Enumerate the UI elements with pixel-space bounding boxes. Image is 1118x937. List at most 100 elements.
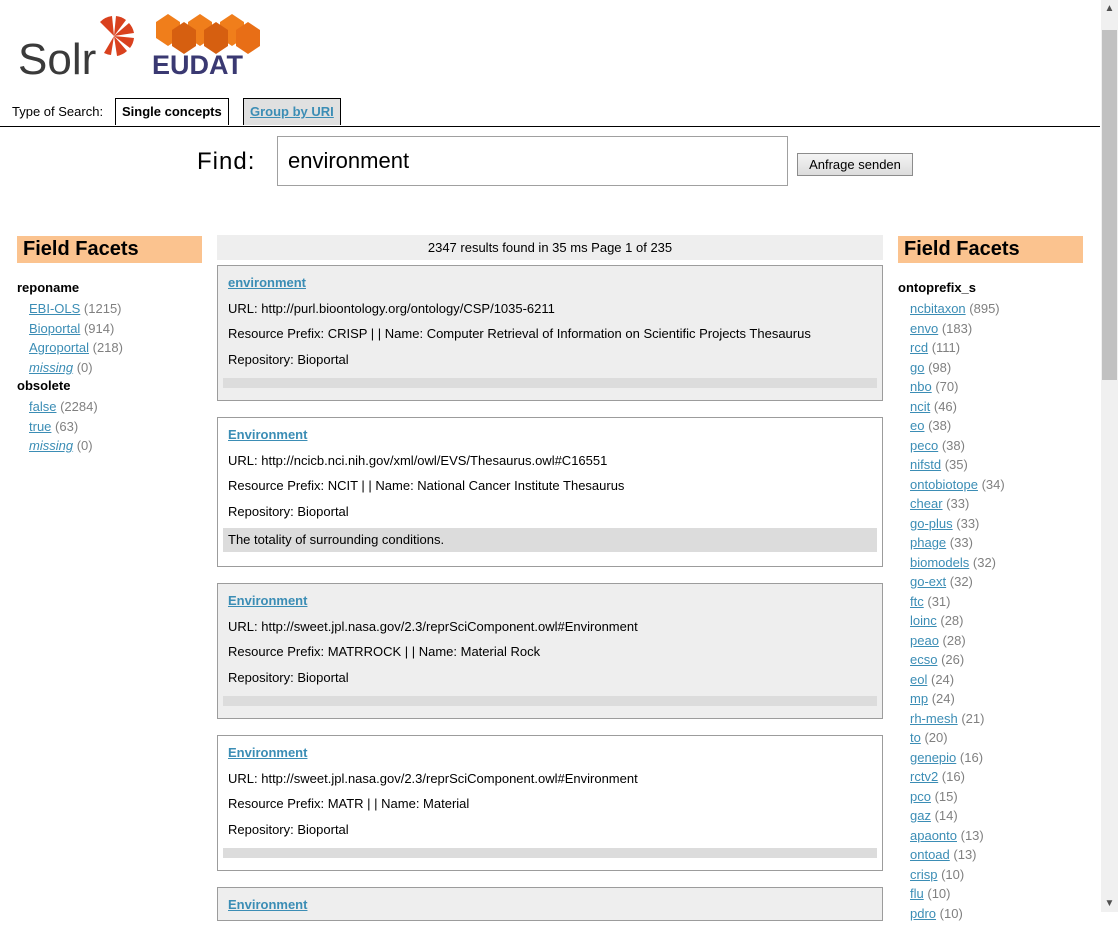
facet-link[interactable]: peao xyxy=(910,633,939,648)
facet-list-ontoprefix: ncbitaxon (895) envo (183) rcd (111) go (98… xyxy=(898,299,1083,923)
facet-item: ftc (31) xyxy=(898,592,1083,612)
facet-panel-left: reponame EBI-OLS (1215) Bioportal (914) … xyxy=(17,279,202,456)
result-repository-row: Repository: Bioportal xyxy=(223,667,877,693)
results-list: environment URL: http://purl.bioontology.… xyxy=(217,265,883,937)
facet-link[interactable]: ftc xyxy=(910,594,924,609)
facet-link[interactable]: biomodels xyxy=(910,555,969,570)
facet-link[interactable]: eo xyxy=(910,418,924,433)
result-card: Environment URL: http://sweet.jpl.nasa.go… xyxy=(217,583,883,719)
facet-link[interactable]: peco xyxy=(910,438,938,453)
facet-count: (0) xyxy=(76,359,93,375)
facet-count: (34) xyxy=(981,476,1005,492)
facet-link[interactable]: rh-mesh xyxy=(910,711,958,726)
result-title-link[interactable]: Environment xyxy=(228,427,307,442)
facet-item: EBI-OLS (1215) xyxy=(17,299,202,319)
facet-link[interactable]: rctv2 xyxy=(910,769,938,784)
field-facets-heading-left: Field Facets xyxy=(17,236,202,263)
facet-item: peco (38) xyxy=(898,436,1083,456)
facet-link[interactable]: go-ext xyxy=(910,574,946,589)
result-url-row: URL: http://ncicb.nci.nih.gov/xml/owl/EV… xyxy=(223,450,877,476)
result-repository: Repository: Bioportal xyxy=(228,351,349,367)
facet-link[interactable]: chear xyxy=(910,496,943,511)
facet-item: mp (24) xyxy=(898,689,1083,709)
facet-group-title: obsolete xyxy=(17,378,71,393)
tab-group-by-uri[interactable]: Group by URI xyxy=(243,98,341,125)
facet-link[interactable]: flu xyxy=(910,886,924,901)
tab-single-concepts[interactable]: Single concepts xyxy=(115,98,229,125)
results-summary: 2347 results found in 35 ms Page 1 of 23… xyxy=(217,235,883,260)
result-card: environment URL: http://purl.bioontology.… xyxy=(217,265,883,401)
scroll-down-arrow-icon[interactable]: ▼ xyxy=(1101,895,1118,912)
facet-link[interactable]: EBI-OLS xyxy=(29,301,80,316)
search-input[interactable] xyxy=(277,136,788,186)
facet-count: (183) xyxy=(941,320,973,336)
facet-link[interactable]: go xyxy=(910,360,924,375)
facet-link[interactable]: nbo xyxy=(910,379,932,394)
facet-link[interactable]: gaz xyxy=(910,808,931,823)
facet-item: peao (28) xyxy=(898,631,1083,651)
facet-link[interactable]: ontobiotope xyxy=(910,477,978,492)
facet-link[interactable]: ecso xyxy=(910,652,937,667)
facet-link[interactable]: loinc xyxy=(910,613,937,628)
facet-count: (16) xyxy=(941,769,965,784)
facet-link-missing[interactable]: missing xyxy=(29,438,73,453)
result-description: The totality of surrounding conditions. xyxy=(223,528,877,552)
result-repository-row: Repository: Bioportal xyxy=(223,349,877,375)
facet-item: eol (24) xyxy=(898,670,1083,690)
facet-count: (26) xyxy=(941,652,965,667)
facet-link[interactable]: to xyxy=(910,730,921,745)
scroll-up-arrow-icon[interactable]: ▲ xyxy=(1101,0,1118,17)
scrollbar-thumb[interactable] xyxy=(1102,30,1117,380)
facet-link[interactable]: rcd xyxy=(910,340,928,355)
result-title-link[interactable]: environment xyxy=(228,275,306,290)
facet-count: (111) xyxy=(931,340,961,355)
submit-query-button[interactable]: Anfrage senden xyxy=(797,153,913,176)
facet-link-missing[interactable]: missing xyxy=(29,360,73,375)
facet-item: pco (15) xyxy=(898,787,1083,807)
facet-link[interactable]: phage xyxy=(910,535,946,550)
result-resource-prefix-row: Resource Prefix: NCIT | | Name: National… xyxy=(223,475,877,501)
result-title-link[interactable]: Environment xyxy=(228,897,307,912)
result-description-bar xyxy=(223,696,877,706)
facet-link[interactable]: pdro xyxy=(910,906,936,921)
result-title-link[interactable]: Environment xyxy=(228,593,307,608)
facet-link[interactable]: false xyxy=(29,399,56,414)
facet-link[interactable]: genepio xyxy=(910,750,956,765)
facet-link[interactable]: go-plus xyxy=(910,516,953,531)
result-card: Environment URL: http://sweet.jpl.nasa.go… xyxy=(217,735,883,871)
facet-item: false (2284) xyxy=(17,397,202,417)
facet-link[interactable]: ontoad xyxy=(910,847,950,862)
facet-item: loinc (28) xyxy=(898,611,1083,631)
result-title-link-row: Environment xyxy=(223,590,877,616)
vertical-scrollbar[interactable]: ▲ ▼ xyxy=(1101,0,1118,912)
facet-link[interactable]: Agroportal xyxy=(29,340,89,355)
facet-count: (33) xyxy=(946,496,970,511)
facet-link[interactable]: mp xyxy=(910,691,928,706)
result-url: URL: http://purl.bioontology.org/ontolog… xyxy=(228,300,555,316)
eudat-logo: EUDAT xyxy=(150,8,264,80)
facet-link[interactable]: ncbitaxon xyxy=(910,301,966,316)
facet-link[interactable]: crisp xyxy=(910,867,937,882)
result-repository: Repository: Bioportal xyxy=(228,821,349,837)
search-type-label: Type of Search: xyxy=(12,104,104,119)
result-repository-row: Repository: Bioportal xyxy=(223,819,877,845)
result-resource-prefix-row: Resource Prefix: MATR | | Name: Material xyxy=(223,793,877,819)
result-title-link[interactable]: Environment xyxy=(228,745,307,760)
find-label: Find: xyxy=(197,148,256,175)
facet-item: true (63) xyxy=(17,417,202,437)
facet-count: (10) xyxy=(941,866,965,882)
facet-link[interactable]: pco xyxy=(910,789,931,804)
facet-item: ontoad (13) xyxy=(898,845,1083,865)
facet-group-obsolete: obsolete false (2284) true (63) missing … xyxy=(17,377,202,456)
facet-link[interactable]: envo xyxy=(910,321,938,336)
facet-count: (2284) xyxy=(60,399,98,414)
result-repository: Repository: Bioportal xyxy=(228,503,349,519)
facet-link[interactable]: Bioportal xyxy=(29,321,80,336)
facet-link[interactable]: eol xyxy=(910,672,927,687)
facet-link[interactable]: apaonto xyxy=(910,828,957,843)
facet-link[interactable]: true xyxy=(29,419,51,434)
facet-count: (32) xyxy=(972,554,997,570)
facet-count: (24) xyxy=(930,671,955,687)
facet-link[interactable]: ncit xyxy=(910,399,930,414)
facet-link[interactable]: nifstd xyxy=(910,457,941,472)
